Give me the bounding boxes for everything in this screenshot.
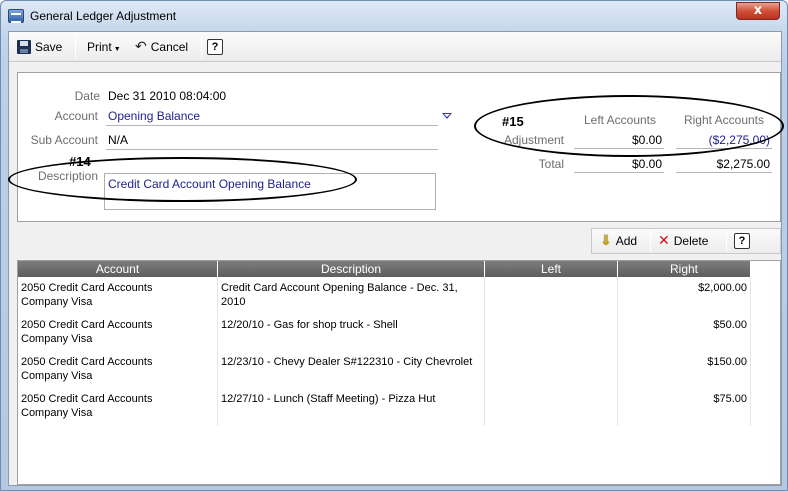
print-label: Print: [87, 40, 112, 54]
column-header-description[interactable]: Description: [218, 261, 485, 277]
cell-left: [485, 315, 618, 352]
sub-account-name: Company Visa: [21, 407, 93, 419]
toolbar-separator: [75, 36, 76, 58]
cell-right: $2,000.00: [618, 278, 751, 315]
cell-description: Credit Card Account Opening Balance - De…: [218, 278, 485, 315]
cancel-button[interactable]: ↶ Cancel: [135, 37, 188, 57]
help-icon: ?: [734, 233, 750, 249]
table-row[interactable]: 2050 Credit Card Accounts Company Visa 12…: [18, 389, 751, 426]
down-arrow-icon: ⇓: [600, 233, 612, 249]
cell-account: 2050 Credit Card Accounts Company Visa: [18, 352, 218, 389]
client-area: Save Print ▼ ↶ Cancel ? Date Dec 31 2010…: [8, 31, 784, 486]
dropdown-triangle-icon[interactable]: [442, 113, 452, 119]
delete-x-icon: ✕: [658, 233, 670, 249]
add-button[interactable]: ⇓ Add: [600, 231, 637, 251]
cell-right: $75.00: [618, 389, 751, 426]
print-button[interactable]: Print ▼: [87, 37, 121, 57]
toolbar-separator: [201, 36, 202, 58]
toolbar-separator: [650, 230, 651, 252]
table-row[interactable]: 2050 Credit Card Accounts Company Visa 12…: [18, 352, 751, 389]
delete-button[interactable]: ✕ Delete: [658, 231, 708, 251]
grid-help-button[interactable]: ?: [734, 231, 750, 251]
undo-arrow-icon: ↶: [135, 39, 147, 55]
cell-left: [485, 389, 618, 426]
ledger-grid: Account Description Left Right 2050 Cred…: [17, 260, 781, 485]
account-combo[interactable]: Opening Balance: [106, 109, 438, 126]
title-bar[interactable]: General Ledger Adjustment x: [1, 1, 787, 31]
column-header-account[interactable]: Account: [18, 261, 218, 277]
save-button[interactable]: Save: [17, 37, 62, 57]
grid-header: Account Description Left Right: [18, 261, 751, 277]
window-title: General Ledger Adjustment: [30, 9, 177, 23]
cell-description: 12/27/10 - Lunch (Staff Meeting) - Pizza…: [218, 389, 485, 426]
total-left-value: $0.00: [574, 157, 664, 173]
column-header-right[interactable]: Right: [618, 261, 751, 277]
toolbar-separator: [726, 230, 727, 252]
save-label: Save: [35, 40, 63, 54]
sub-account-name: Company Visa: [21, 370, 93, 382]
adjustment-form: Date Dec 31 2010 08:04:00 Account Openin…: [8, 72, 784, 222]
date-label: Date: [74, 89, 100, 103]
close-button[interactable]: x: [736, 2, 780, 20]
cell-account: 2050 Credit Card Accounts Company Visa: [18, 315, 218, 352]
floppy-disk-icon: [17, 40, 31, 54]
annotation-ellipse-15: [474, 95, 784, 157]
cell-left: [485, 278, 618, 315]
help-button[interactable]: ?: [207, 37, 223, 57]
cell-account: 2050 Credit Card Accounts Company Visa: [18, 389, 218, 426]
cell-description: 12/23/10 - Chevy Dealer S#122310 - City …: [218, 352, 485, 389]
cell-right: $50.00: [618, 315, 751, 352]
account-label: Account: [54, 109, 98, 123]
window: General Ledger Adjustment x Save Print ▼…: [0, 0, 788, 491]
sub-account-name: Company Visa: [21, 333, 93, 345]
help-icon: ?: [207, 39, 223, 55]
table-row[interactable]: 2050 Credit Card Accounts Company Visa Cr…: [18, 278, 751, 315]
delete-label: Delete: [673, 234, 709, 248]
account-name: 2050 Credit Card Accounts: [21, 319, 153, 331]
subaccount-field[interactable]: N/A: [106, 133, 438, 150]
ledger-app-icon: [8, 9, 24, 23]
main-toolbar: Save Print ▼ ↶ Cancel ?: [9, 32, 781, 62]
cancel-label: Cancel: [150, 40, 189, 54]
subaccount-label: Sub Account: [30, 133, 98, 147]
table-row[interactable]: 2050 Credit Card Accounts Company Visa 12…: [18, 315, 751, 352]
grid-toolbar: ⇓ Add ✕ Delete ?: [591, 228, 781, 254]
total-label: Total: [538, 157, 564, 171]
total-right-value: $2,275.00: [676, 157, 772, 173]
annotation-ellipse-14: [8, 157, 357, 202]
cell-left: [485, 352, 618, 389]
account-name: 2050 Credit Card Accounts: [21, 356, 153, 368]
date-value: Dec 31 2010 08:04:00: [108, 89, 227, 103]
cell-right: $150.00: [618, 352, 751, 389]
account-name: 2050 Credit Card Accounts: [21, 393, 153, 405]
sub-account-name: Company Visa: [21, 296, 93, 308]
account-name: 2050 Credit Card Accounts: [21, 282, 153, 294]
chevron-down-icon: ▼: [113, 46, 121, 53]
column-header-left[interactable]: Left: [485, 261, 618, 277]
add-label: Add: [615, 234, 638, 248]
cell-description: 12/20/10 - Gas for shop truck - Shell: [218, 315, 485, 352]
cell-account: 2050 Credit Card Accounts Company Visa: [18, 278, 218, 315]
